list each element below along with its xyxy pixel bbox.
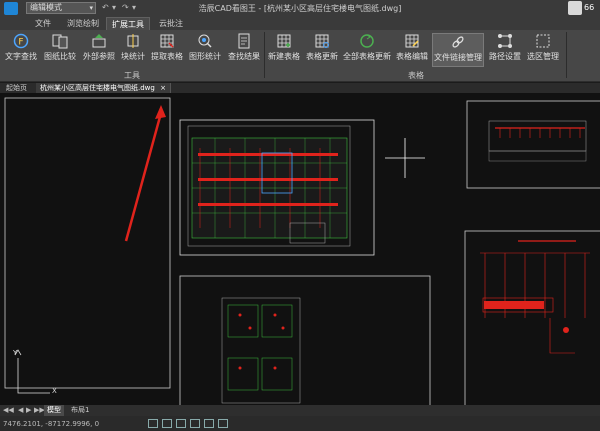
group-divider (264, 32, 265, 78)
tools-group-label: 工具 (124, 71, 140, 80)
svg-text:Y: Y (12, 349, 18, 357)
ribbon: F 文字查找 图纸比较 外部参照 块统计 提取表格 图形统计 查找结果 工具 新… (0, 30, 600, 82)
drawing-canvas[interactable]: Y X (0, 93, 600, 405)
layout-tab-bar: ◀◀ ◀ ▶ ▶▶ 模型 布局1 (0, 405, 600, 416)
compare-label: 图纸比较 (44, 52, 76, 61)
group-divider (566, 32, 567, 78)
table-update-icon (315, 34, 329, 48)
text-search-button[interactable]: F 文字查找 (3, 33, 39, 67)
lineweight-icon[interactable] (218, 419, 228, 428)
shape-stats-button[interactable]: 图形统计 (187, 33, 223, 67)
title-bar: 编辑模式 ▾ ↶ ▾ ↷ ▾ 浩辰CAD看图王 - [杭州某小区高层住宅楼电气图… (0, 0, 600, 17)
polar-icon[interactable] (190, 419, 200, 428)
cad-drawing[interactable]: Y X (0, 93, 600, 405)
table-edit-button[interactable]: 表格编辑 (394, 33, 430, 67)
user-area[interactable]: 66 (568, 0, 598, 17)
extract-table-icon (160, 34, 174, 48)
table-edit-icon (405, 34, 419, 48)
snap-icon[interactable] (148, 419, 158, 428)
selection-manage-button[interactable]: 选区管理 (525, 33, 561, 67)
close-icon[interactable]: × (160, 84, 166, 92)
coordinate-readout: 7476.2101, -87172.9996, 0 (3, 420, 100, 428)
tab-cloud-annotation[interactable]: 云批注 (156, 17, 186, 30)
new-table-button[interactable]: 新建表格 (266, 33, 302, 67)
xref-label: 外部参照 (83, 52, 115, 61)
document-tab-bar: 起始页 杭州某小区高层住宅楼电气图纸.dwg × (0, 83, 600, 93)
find-results-icon (238, 33, 250, 49)
avatar[interactable] (568, 1, 582, 15)
tab-start-page[interactable]: 起始页 (2, 83, 31, 93)
tab-layout1[interactable]: 布局1 (68, 405, 92, 416)
ortho-icon[interactable] (176, 419, 186, 428)
tab-model[interactable]: 模型 (44, 405, 64, 416)
next-layout-icon[interactable]: ▶ (26, 406, 31, 414)
table-edit-label: 表格编辑 (396, 52, 428, 61)
compare-button[interactable]: 图纸比较 (42, 33, 78, 67)
xref-icon (92, 34, 106, 48)
tab-drawing[interactable]: 杭州某小区高层住宅楼电气图纸.dwg × (36, 83, 171, 93)
prev-layout-icon[interactable]: ◀ (18, 406, 23, 414)
selection-manage-icon (536, 34, 550, 48)
update-all-icon (360, 34, 374, 48)
osnap-icon[interactable] (204, 419, 214, 428)
table-group-label: 表格 (408, 71, 424, 80)
tab-extend-tools[interactable]: 扩展工具 (106, 17, 150, 30)
table-update-button[interactable]: 表格更新 (304, 33, 340, 67)
selection-manage-label: 选区管理 (527, 52, 559, 61)
shape-stats-label: 图形统计 (189, 52, 221, 61)
menu-tab-bar: 文件 浏览绘制 扩展工具 云批注 (0, 17, 600, 30)
first-layout-icon[interactable]: ◀◀ (3, 406, 14, 414)
extract-table-label: 提取表格 (151, 52, 183, 61)
xref-button[interactable]: 外部参照 (81, 33, 117, 67)
shape-stats-icon (198, 34, 212, 48)
find-results-label: 查找结果 (228, 52, 260, 61)
text-search-icon: F (13, 33, 29, 49)
text-search-label: 文字查找 (5, 52, 37, 61)
start-page-label: 起始页 (6, 84, 27, 92)
tab-browse-draw[interactable]: 浏览绘制 (64, 17, 102, 30)
svg-text:F: F (18, 38, 23, 48)
new-table-label: 新建表格 (268, 52, 300, 61)
link-manage-label: 文件链接管理 (434, 53, 482, 62)
status-bar: 7476.2101, -87172.9996, 0 (0, 416, 600, 431)
new-table-icon (277, 34, 291, 48)
path-settings-label: 路径设置 (489, 52, 521, 61)
update-all-button[interactable]: 全部表格更新 (342, 33, 392, 67)
svg-text:X: X (52, 387, 57, 395)
update-all-label: 全部表格更新 (343, 52, 391, 61)
link-manage-icon (452, 36, 464, 48)
block-stats-icon (127, 34, 139, 48)
grid-icon[interactable] (162, 419, 172, 428)
user-number: 66 (584, 3, 595, 12)
block-stats-label: 块统计 (121, 52, 145, 61)
tab-file[interactable]: 文件 (32, 17, 54, 30)
find-results-button[interactable]: 查找结果 (226, 33, 262, 67)
path-settings-icon (498, 34, 512, 48)
block-stats-button[interactable]: 块统计 (118, 33, 148, 67)
path-settings-button[interactable]: 路径设置 (487, 33, 523, 67)
extract-table-button[interactable]: 提取表格 (150, 33, 184, 67)
table-update-label: 表格更新 (306, 52, 338, 61)
compare-icon (52, 34, 68, 49)
window-title: 浩辰CAD看图王 - [杭州某小区高层住宅楼电气图纸.dwg] (198, 4, 402, 13)
link-manage-button[interactable]: 文件链接管理 (432, 33, 484, 67)
drawing-tab-label: 杭州某小区高层住宅楼电气图纸.dwg (40, 84, 155, 92)
